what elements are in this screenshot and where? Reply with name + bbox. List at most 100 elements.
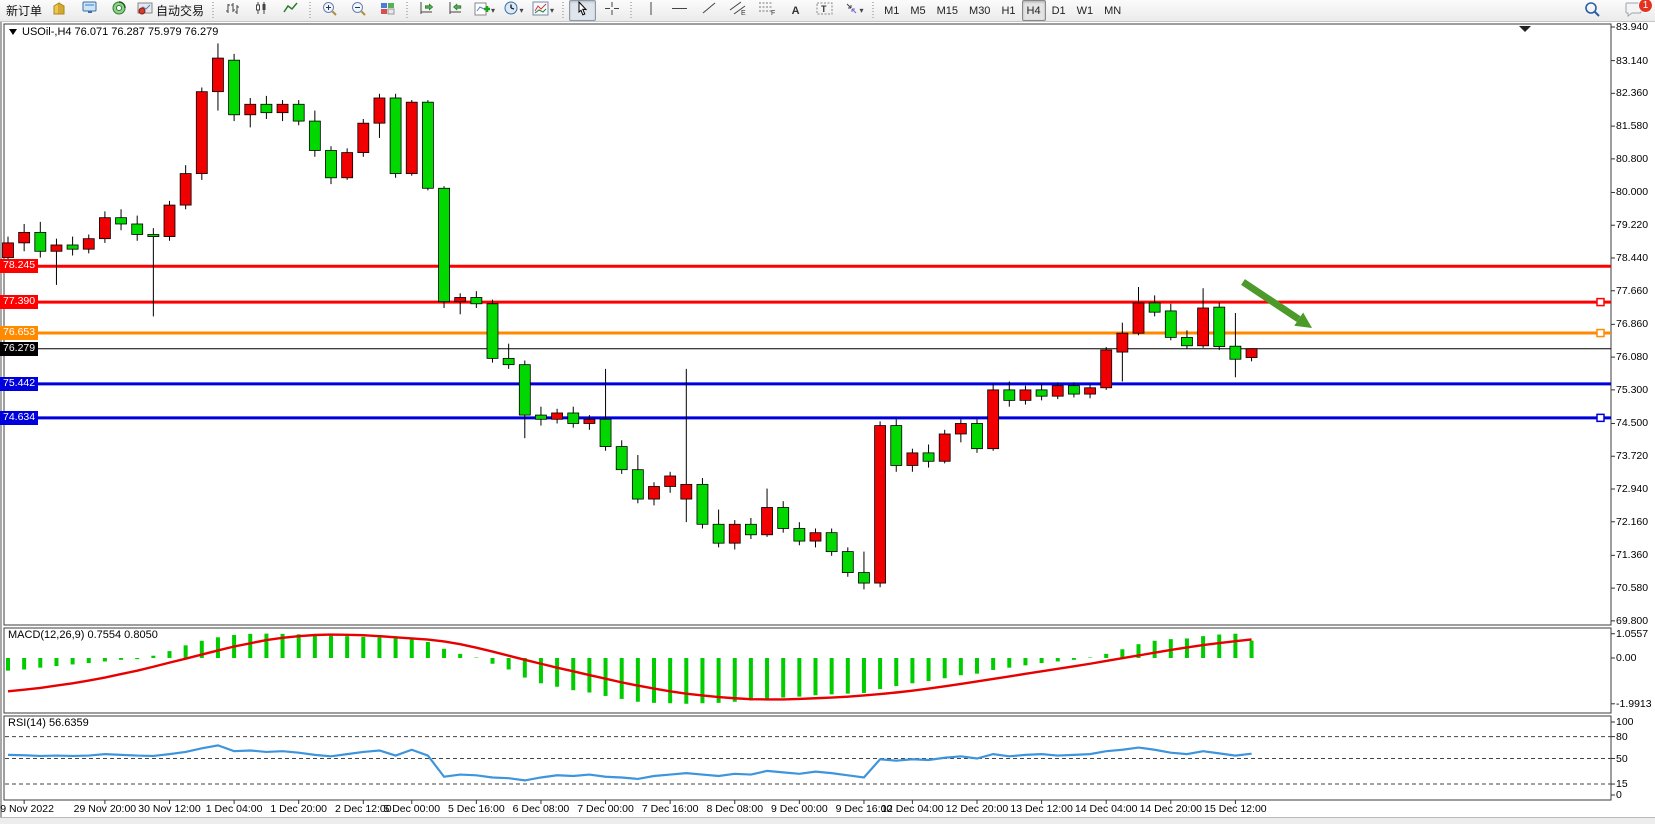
candle-down [616, 447, 627, 470]
rsi-indicator-label: RSI(14) 56.6359 [8, 717, 89, 729]
arrows-icon [844, 1, 859, 20]
equidistant-channel-icon: E [729, 1, 747, 21]
candle-down [1068, 386, 1079, 394]
new-order-button[interactable]: 新订单 [3, 0, 45, 21]
autotrading-button[interactable]: 自动交易 [134, 0, 207, 21]
candle-up [665, 476, 676, 487]
chart-shift-button[interactable] [442, 0, 469, 21]
toolbar: 新订单 自动交易 [0, 0, 1655, 22]
chevron-down-icon: ▾ [520, 6, 524, 15]
search-button[interactable] [1579, 1, 1606, 22]
candle-down [326, 150, 337, 177]
zoom-out-icon [351, 1, 367, 21]
candle-up [1020, 390, 1031, 401]
data-window-button[interactable] [76, 0, 103, 21]
timeframe-h1[interactable]: H1 [996, 0, 1020, 21]
profiles-button[interactable]: ▾ [500, 0, 527, 21]
candle-up [19, 232, 30, 243]
time-axis-label: 30 Nov 12:00 [138, 803, 200, 815]
price-tick-label: 82.360 [1616, 87, 1648, 99]
cursor-tool-button[interactable] [569, 0, 596, 21]
candle-down [1181, 337, 1192, 345]
price-tick-label: 72.940 [1616, 483, 1648, 495]
candle-up [342, 153, 353, 178]
time-axis-label: 5 Dec 00:00 [383, 803, 440, 815]
hline-handle[interactable] [1597, 299, 1604, 306]
trendline-tool-button[interactable] [695, 0, 722, 21]
bar-chart-mode-button[interactable] [219, 0, 246, 21]
time-axis-label: 15 Dec 12:00 [1204, 803, 1266, 815]
price-line-label: 78.245 [0, 259, 38, 273]
price-tick-label: 80.000 [1616, 186, 1648, 198]
timeframe-m5[interactable]: M5 [905, 0, 930, 21]
candle-down [923, 453, 934, 461]
timeframe-d1[interactable]: D1 [1047, 0, 1071, 21]
candle-down [600, 419, 611, 446]
price-tick-label: 70.580 [1616, 582, 1648, 594]
candle-up [1101, 350, 1112, 388]
text-tool-button[interactable]: A [782, 0, 809, 21]
channel-tool-button[interactable]: E [724, 0, 751, 21]
data-window-icon [82, 1, 98, 20]
timeframe-m15[interactable]: M15 [932, 0, 963, 21]
notifications-button[interactable]: 1 [1620, 1, 1647, 22]
toolbar-separator [406, 2, 408, 20]
candle-up [955, 423, 966, 434]
candle-down [422, 102, 433, 188]
candle-down [148, 234, 159, 236]
vertical-line-tool-button[interactable] [637, 0, 664, 21]
candle-down [293, 104, 304, 121]
zoom-out-button[interactable] [345, 0, 372, 21]
candle-up [99, 218, 110, 239]
tile-windows-button[interactable] [374, 0, 401, 21]
zoom-in-icon [322, 1, 338, 21]
auto-scroll-button[interactable] [413, 0, 440, 21]
symbol-dropdown-icon[interactable] [9, 29, 17, 35]
market-watch-button[interactable] [47, 0, 74, 21]
horizontal-line-tool-button[interactable] [666, 0, 693, 21]
time-axis-label: 6 Dec 08:00 [513, 803, 570, 815]
candlestick-mode-button[interactable] [248, 0, 275, 21]
hline-handle[interactable] [1597, 414, 1604, 421]
chevron-down-icon: ▾ [550, 6, 554, 15]
candle-up [3, 243, 14, 258]
time-axis-label: 1 Dec 20:00 [270, 803, 327, 815]
timeframe-m30[interactable]: M30 [964, 0, 995, 21]
candle-down [972, 423, 983, 448]
timeframe-m1[interactable]: M1 [879, 0, 904, 21]
candle-down [1230, 346, 1241, 359]
rsi-tick-label: 80 [1616, 731, 1628, 743]
text-label-tool-button[interactable]: T [811, 0, 838, 21]
autotrading-icon [137, 1, 153, 20]
zoom-in-button[interactable] [316, 0, 343, 21]
rsi-tick-label: 0 [1616, 789, 1622, 801]
candle-up [939, 434, 950, 461]
hline-handle[interactable] [1597, 330, 1604, 337]
chart-canvas[interactable] [0, 0, 1655, 823]
price-tick-label: 79.220 [1616, 219, 1648, 231]
fibonacci-tool-button[interactable]: F [753, 0, 780, 21]
candle-up [875, 426, 886, 583]
arrows-tool-button[interactable]: ▾ [840, 0, 867, 21]
timeframe-h4[interactable]: H4 [1022, 0, 1046, 21]
trendline-icon [701, 1, 717, 20]
crosshair-tool-button[interactable] [598, 0, 625, 21]
toolbar-separator [630, 2, 632, 20]
candle-down [519, 365, 530, 415]
price-line-label: 74.634 [0, 411, 38, 425]
bar-chart-icon [225, 1, 240, 20]
price-line-label: 76.653 [0, 326, 38, 340]
candle-down [713, 524, 724, 543]
new-chart-button[interactable]: ▾ [471, 0, 498, 21]
timeframe-w1[interactable]: W1 [1072, 0, 1099, 21]
navigator-button[interactable] [105, 0, 132, 21]
candle-down [35, 232, 46, 251]
navigator-icon [111, 1, 127, 20]
line-chart-mode-button[interactable] [277, 0, 304, 21]
candle-up [988, 390, 999, 449]
line-chart-icon [283, 1, 298, 20]
timeframe-mn[interactable]: MN [1099, 0, 1126, 21]
rsi-tick-label: 100 [1616, 716, 1634, 728]
indicators-button[interactable]: ▾ [529, 0, 557, 21]
time-axis-label: 8 Dec 08:00 [706, 803, 763, 815]
